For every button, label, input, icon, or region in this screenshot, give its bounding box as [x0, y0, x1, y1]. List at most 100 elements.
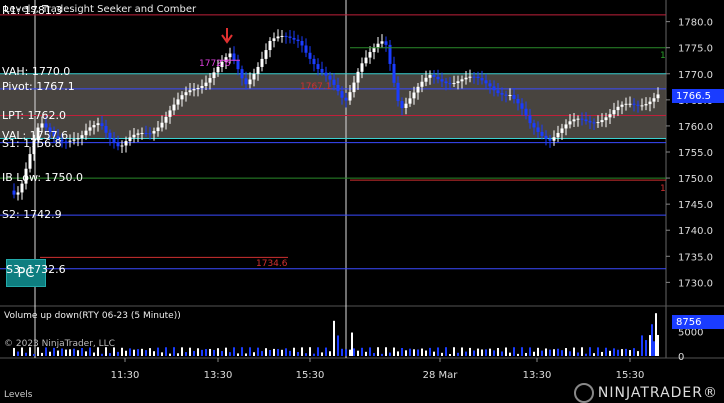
- candle-body: [432, 75, 436, 77]
- level-label-lpt: LPT: 1762.0: [2, 109, 66, 122]
- candle-body: [412, 92, 416, 99]
- candle-body: [20, 183, 24, 193]
- candle-body: [288, 36, 292, 38]
- candle-body: [612, 110, 616, 115]
- volume-bar: [217, 348, 219, 356]
- volume-bar: [225, 347, 227, 356]
- candle-body: [28, 154, 32, 169]
- price-tick-label: 1770.0: [678, 70, 713, 81]
- volume-bar: [53, 347, 55, 356]
- candle-body: [172, 104, 176, 111]
- candle-body: [192, 89, 196, 91]
- volume-bar: [521, 347, 523, 356]
- candle-body: [548, 138, 552, 141]
- candle-body: [292, 37, 296, 40]
- volume-bar: [601, 351, 603, 356]
- candle-body: [176, 99, 180, 105]
- candle-body: [252, 73, 256, 80]
- candle-body: [148, 133, 152, 135]
- candle-body: [648, 101, 652, 105]
- candle-body: [240, 69, 244, 79]
- volume-bar: [349, 349, 351, 356]
- candle-body: [184, 92, 188, 96]
- ninjatrader-logo-icon: [573, 383, 594, 403]
- candle-body: [472, 76, 476, 78]
- volume-bar: [345, 349, 347, 356]
- volume-tick-label: 0: [678, 352, 684, 363]
- candle-body: [604, 117, 608, 121]
- candle-body: [40, 123, 44, 128]
- volume-bar: [233, 347, 235, 356]
- price-tick-label: 1730.0: [678, 278, 713, 289]
- volume-bar: [397, 351, 399, 356]
- volume-bar: [253, 352, 255, 356]
- candle-body: [68, 140, 72, 142]
- volume-bar: [633, 348, 635, 356]
- candle-body: [284, 35, 288, 37]
- volume-bar: [413, 349, 415, 356]
- volume-bar: [613, 348, 615, 356]
- volume-bar: [181, 347, 183, 356]
- candle-body: [260, 58, 264, 67]
- volume-bar: [133, 349, 135, 356]
- candle-body: [316, 64, 320, 69]
- candle-body: [328, 75, 332, 80]
- volume-bar: [593, 353, 595, 356]
- volume-bar: [373, 353, 375, 356]
- volume-bar: [93, 352, 95, 356]
- volume-bar: [477, 348, 479, 356]
- volume-bar: [485, 349, 487, 356]
- time-tick-label: 15:30: [616, 370, 645, 381]
- volume-bar: [621, 349, 623, 356]
- volume-bar: [101, 353, 103, 356]
- candle-body: [152, 131, 156, 134]
- candle-body: [616, 106, 620, 111]
- volume-bar: [205, 349, 207, 356]
- volume-bar: [405, 350, 407, 356]
- volume-bar: [585, 353, 587, 356]
- volume-bar: [537, 347, 539, 356]
- volume-bar: [229, 352, 231, 356]
- candle-body: [620, 104, 624, 107]
- candle-body: [196, 87, 200, 90]
- candle-body: [212, 72, 216, 79]
- candle-body: [644, 104, 648, 106]
- volume-bar: [353, 348, 355, 356]
- candle-body: [524, 108, 528, 116]
- candle-body: [404, 103, 408, 109]
- volume-bar: [557, 348, 559, 356]
- volume-bar: [137, 349, 139, 356]
- candle-body: [468, 76, 472, 78]
- volume-bar: [357, 350, 359, 356]
- volume-bar: [305, 353, 307, 356]
- copyright-text: © 2023 NinjaTrader, LLC: [4, 339, 115, 349]
- candle-body: [656, 94, 660, 99]
- volume-bar: [317, 347, 319, 356]
- price-tick-label: 1750.0: [678, 174, 713, 185]
- logo-text: NINJATRADER®: [597, 385, 718, 401]
- candle-body: [248, 79, 252, 85]
- candle-body: [596, 122, 600, 124]
- candle-body: [496, 90, 500, 94]
- candle-body: [228, 53, 232, 58]
- candle-body: [364, 57, 368, 64]
- candle-body: [368, 52, 372, 58]
- volume-bar: [281, 349, 283, 356]
- candle-body: [104, 126, 108, 133]
- candle-body: [168, 110, 172, 117]
- candle-body: [384, 41, 388, 45]
- volume-bar: [577, 352, 579, 356]
- candle-body: [436, 76, 440, 80]
- volume-bar: [505, 347, 507, 356]
- chart-tab-name[interactable]: Levels: [4, 390, 32, 400]
- candle-body: [272, 38, 276, 41]
- volume-bar: [261, 351, 263, 356]
- volume-bar: [285, 348, 287, 356]
- volume-bar: [425, 350, 427, 356]
- candle-body: [456, 81, 460, 84]
- candle-body: [476, 76, 480, 79]
- volume-bar: [481, 349, 483, 356]
- volume-bar: [77, 350, 79, 356]
- price-tick-label: 1755.0: [678, 148, 713, 159]
- volume-spike: [351, 332, 353, 356]
